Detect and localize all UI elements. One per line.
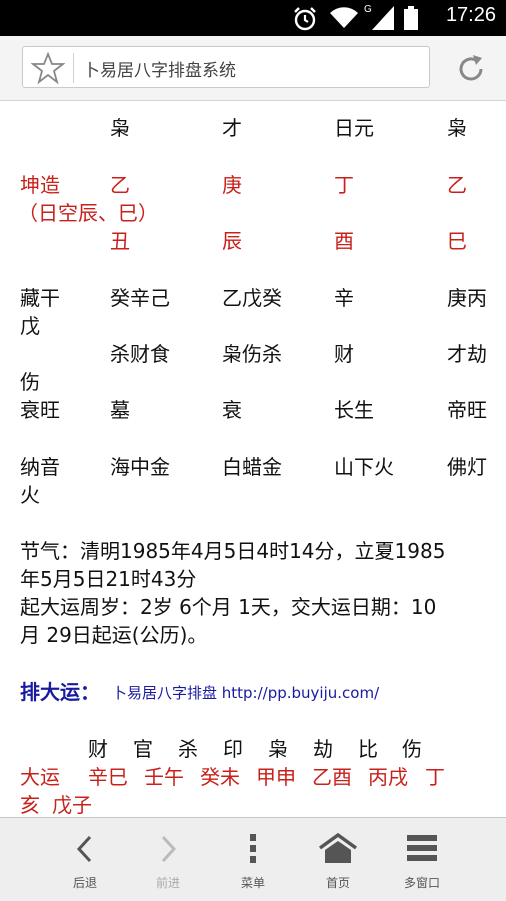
pillar-god: 枭 bbox=[110, 116, 130, 140]
address-bar: 卜易居八字排盘系统 bbox=[0, 36, 506, 101]
heavenly-stem: 乙 bbox=[447, 173, 467, 197]
qiankun-label: 坤造 bbox=[20, 173, 60, 197]
qiyun-line: 月 29日起运(公历)。 bbox=[20, 623, 208, 647]
dayun-value: 壬午 bbox=[144, 765, 184, 789]
dayun-god: 伤 bbox=[402, 737, 422, 761]
home-icon bbox=[318, 832, 358, 863]
canggan-value: 庚丙 bbox=[447, 286, 487, 310]
dayun-value: 乙酉 bbox=[312, 765, 352, 789]
changsheng-value: 长生 bbox=[334, 398, 374, 422]
url-box[interactable]: 卜易居八字排盘系统 bbox=[22, 46, 430, 88]
canggan-value: 乙戊癸 bbox=[222, 286, 282, 310]
changsheng-value: 衰 bbox=[222, 398, 242, 422]
bottom-nav-bar: 后退 前进 菜单 首页 多窗口 bbox=[0, 817, 506, 901]
forward-icon bbox=[161, 835, 177, 863]
canggan-value: 辛 bbox=[334, 286, 354, 310]
dayun-god: 印 bbox=[223, 737, 243, 761]
jieqi-line: 年5月5日21时43分 bbox=[20, 567, 197, 591]
dayun-value: 丁 bbox=[425, 765, 445, 789]
refresh-icon[interactable] bbox=[454, 52, 488, 86]
dayun-label: 大运 bbox=[20, 765, 60, 789]
pillar-god: 日元 bbox=[334, 116, 374, 140]
jieqi-line: 节气：清明1985年4月5日4时14分，立夏1985 bbox=[20, 539, 446, 563]
wifi-icon bbox=[330, 7, 358, 29]
windows-button[interactable]: 多窗口 bbox=[372, 818, 472, 901]
bookmark-star-icon[interactable] bbox=[31, 51, 65, 85]
dayun-god: 财 bbox=[88, 737, 108, 761]
earthly-branch: 辰 bbox=[222, 229, 242, 253]
nayin-value: 佛灯 bbox=[447, 455, 487, 479]
shishen-value: 枭伤杀 bbox=[222, 342, 282, 366]
dayun-god: 劫 bbox=[313, 737, 333, 761]
heavenly-stem: 庚 bbox=[222, 173, 242, 197]
nayin-value: 山下火 bbox=[334, 455, 394, 479]
canggan-overflow: 戊 bbox=[20, 314, 40, 338]
earthly-branch: 巳 bbox=[447, 229, 467, 253]
pillar-god: 枭 bbox=[447, 116, 467, 140]
dayun-value: 丙戌 bbox=[368, 765, 408, 789]
earthly-branch: 丑 bbox=[110, 229, 130, 253]
windows-icon bbox=[407, 835, 437, 861]
battery-icon bbox=[404, 6, 418, 30]
dayun-overflow: 戊子 bbox=[52, 793, 92, 817]
url-separator bbox=[73, 53, 74, 83]
canggan-value: 癸辛己 bbox=[110, 286, 170, 310]
qiyun-line: 起大运周岁：2岁 6个月 1天，交大运日期：10 bbox=[20, 595, 437, 619]
nayin-overflow: 火 bbox=[20, 483, 40, 507]
dayun-god: 官 bbox=[133, 737, 153, 761]
nayin-label: 纳音 bbox=[20, 455, 60, 479]
kong-note: （日空辰、巳） bbox=[18, 201, 158, 225]
shishen-value: 财 bbox=[334, 342, 354, 366]
pillar-god: 才 bbox=[222, 116, 242, 140]
dayun-heading: 排大运： bbox=[20, 680, 100, 704]
nayin-value: 海中金 bbox=[110, 455, 170, 479]
status-bar: G 17:26 bbox=[0, 0, 506, 36]
dayun-god: 杀 bbox=[178, 737, 198, 761]
page-content: 枭 才 日元 枭 坤造 乙 庚 丁 乙 （日空辰、巳） 丑 辰 酉 巳 藏干 癸… bbox=[0, 101, 506, 817]
dayun-value: 癸未 bbox=[200, 765, 240, 789]
earthly-branch: 酉 bbox=[334, 229, 354, 253]
clock: 17:26 bbox=[445, 4, 496, 26]
menu-icon bbox=[250, 834, 256, 863]
changsheng-value: 墓 bbox=[110, 398, 130, 422]
nayin-value: 白蜡金 bbox=[222, 455, 282, 479]
dayun-god: 比 bbox=[358, 737, 378, 761]
changsheng-value: 帝旺 bbox=[447, 398, 487, 422]
network-type-label: G bbox=[364, 4, 372, 15]
shishen-value: 才劫 bbox=[447, 342, 487, 366]
heavenly-stem: 丁 bbox=[334, 173, 354, 197]
windows-label: 多窗口 bbox=[403, 876, 440, 890]
back-icon bbox=[76, 835, 92, 863]
dayun-value: 甲申 bbox=[256, 765, 296, 789]
page-title-field[interactable]: 卜易居八字排盘系统 bbox=[83, 56, 236, 81]
alarm-icon bbox=[294, 7, 316, 31]
changsheng-label: 衰旺 bbox=[20, 398, 60, 422]
dayun-value: 辛巳 bbox=[88, 765, 128, 789]
dayun-overflow: 亥 bbox=[20, 793, 40, 817]
dayun-link[interactable]: 卜易居八字排盘 http://pp.buyiju.com/ bbox=[112, 679, 379, 707]
shishen-value: 杀财食 bbox=[110, 342, 170, 366]
heavenly-stem: 乙 bbox=[110, 173, 130, 197]
shishen-overflow: 伤 bbox=[20, 370, 40, 394]
dayun-god: 枭 bbox=[268, 737, 288, 761]
signal-icon bbox=[372, 6, 394, 30]
canggan-label: 藏干 bbox=[20, 286, 60, 310]
status-icons: G bbox=[292, 4, 422, 32]
